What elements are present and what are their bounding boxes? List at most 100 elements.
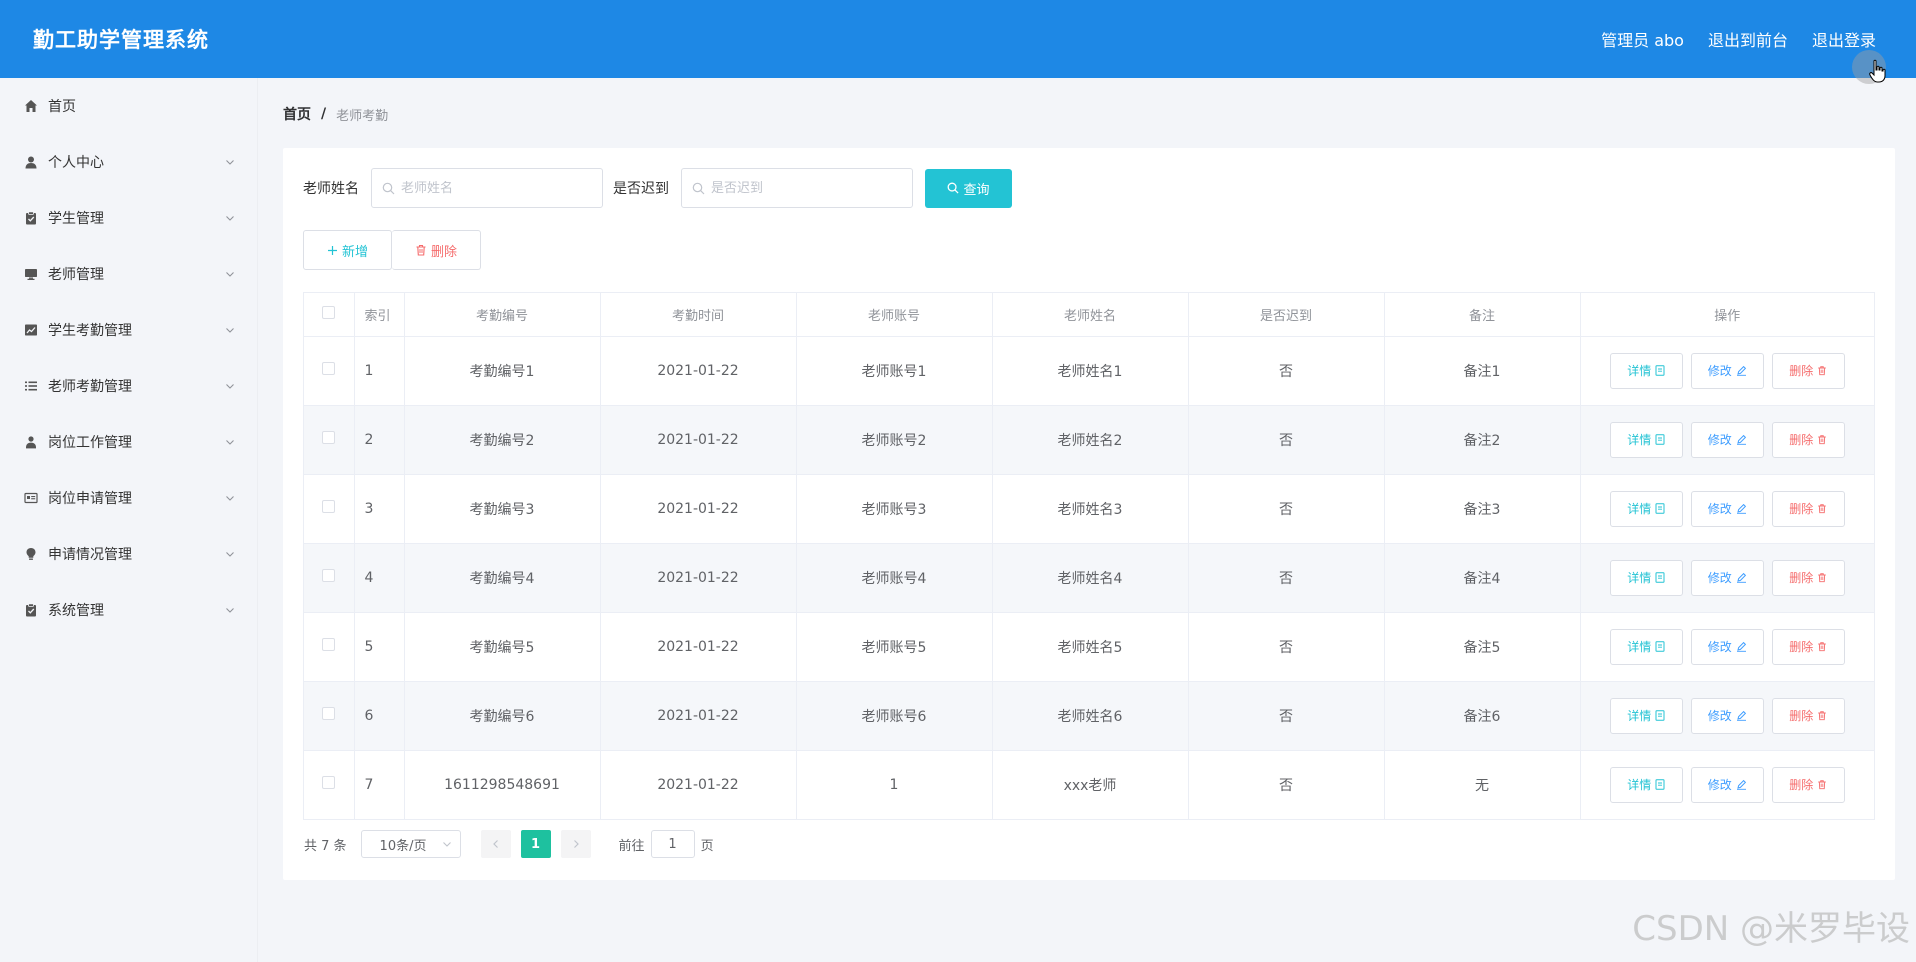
row-checkbox[interactable] xyxy=(322,500,336,513)
watermark: CSDN @米罗毕设 xyxy=(1632,909,1910,949)
cell-teacher-name: 老师姓名4 xyxy=(992,543,1189,613)
breadcrumb: 首页 / 老师考勤 xyxy=(283,104,388,124)
row-checkbox[interactable] xyxy=(322,776,336,790)
cell-operations: 详情 修改 删除 xyxy=(1580,405,1874,475)
detail-button[interactable]: 详情 xyxy=(1609,628,1683,665)
chevron-down-icon xyxy=(226,608,234,613)
sidebar-item-system-management[interactable]: 系统管理 xyxy=(0,582,257,638)
column-header-operations: 操作 xyxy=(1580,293,1874,337)
trash-icon xyxy=(1818,435,1826,445)
teacher-name-input[interactable] xyxy=(401,180,591,196)
delete-button[interactable]: 删除 xyxy=(1771,766,1845,803)
cell-is-late: 否 xyxy=(1188,612,1385,682)
edit-button-label: 修改 xyxy=(1707,364,1732,378)
row-checkbox[interactable] xyxy=(322,569,336,582)
sidebar-item-personal-center[interactable]: 个人中心 xyxy=(0,134,257,190)
detail-button-label: 详情 xyxy=(1627,502,1652,516)
select-all-checkbox[interactable] xyxy=(322,305,336,319)
cell-attendance-time: 2021-01-22 xyxy=(600,336,797,406)
sidebar-item-job-application[interactable]: 岗位申请管理 xyxy=(0,470,257,526)
app-title: 勤工助学管理系统 xyxy=(33,28,209,52)
edit-icon xyxy=(1736,780,1746,790)
detail-button[interactable]: 详情 xyxy=(1609,352,1683,389)
page-number-current[interactable]: 1 xyxy=(520,830,551,858)
sidebar-item-application-status[interactable]: 申请情况管理 xyxy=(0,526,257,582)
next-page-button[interactable] xyxy=(560,830,591,858)
sidebar-item-label: 学生管理 xyxy=(48,211,104,227)
detail-button[interactable]: 详情 xyxy=(1609,697,1683,734)
chevron-down-icon xyxy=(226,496,234,501)
sidebar-item-job-work[interactable]: 岗位工作管理 xyxy=(0,414,257,470)
cell-index: 5 xyxy=(354,612,405,682)
delete-button[interactable]: 删除 xyxy=(1771,490,1845,527)
delete-button[interactable]: 删除 xyxy=(1771,628,1845,665)
cell-teacher-name: 老师姓名5 xyxy=(992,612,1189,682)
detail-button-label: 详情 xyxy=(1627,640,1652,654)
pagination: 共 7 条 10条/页 1 前往 页 xyxy=(304,830,714,858)
detail-button[interactable]: 详情 xyxy=(1609,766,1683,803)
delete-button[interactable]: 删除 xyxy=(1771,352,1845,389)
edit-button[interactable]: 修改 xyxy=(1690,628,1764,665)
edit-button-label: 修改 xyxy=(1707,571,1732,585)
chevron-down-icon xyxy=(226,328,234,333)
table-row: 3 考勤编号3 2021-01-22 老师账号3 老师姓名3 否备注3 详情 修改 删除 xyxy=(304,474,1874,544)
chevron-down-icon xyxy=(226,552,234,557)
delete-button[interactable]: 删除 xyxy=(1771,697,1845,734)
table-row: 2 考勤编号2 2021-01-22 老师账号2 老师姓名2 否备注2 详情 修改 删除 xyxy=(304,405,1874,475)
detail-button[interactable]: 详情 xyxy=(1609,490,1683,527)
sidebar-item-teacher-attendance[interactable]: 老师考勤管理 xyxy=(0,358,257,414)
exit-to-front-link[interactable]: 退出到前台 xyxy=(1708,27,1788,51)
table-header-row: 索引 考勤编号 考勤时间 老师账号 老师姓名 是否迟到 备注 操作 xyxy=(304,293,1874,337)
detail-button-label: 详情 xyxy=(1627,364,1652,378)
edit-button[interactable]: 修改 xyxy=(1690,559,1764,596)
sidebar-item-student-attendance[interactable]: 学生考勤管理 xyxy=(0,302,257,358)
edit-button[interactable]: 修改 xyxy=(1690,490,1764,527)
admin-name-link[interactable]: 管理员 abo xyxy=(1601,27,1684,51)
clipboard-icon xyxy=(23,210,39,226)
cell-attendance-id: 1611298548691 xyxy=(404,750,601,819)
detail-button[interactable]: 详情 xyxy=(1609,421,1683,458)
cell-operations: 详情 修改 删除 xyxy=(1580,474,1874,544)
sidebar-item-student-management[interactable]: 学生管理 xyxy=(0,190,257,246)
row-checkbox[interactable] xyxy=(322,707,336,720)
detail-button[interactable]: 详情 xyxy=(1609,559,1683,596)
clipboard-icon xyxy=(23,602,39,618)
sidebar-item-teacher-management[interactable]: 老师管理 xyxy=(0,246,257,302)
cell-teacher-account: 老师账号4 xyxy=(796,543,993,613)
page-size-select[interactable]: 10条/页 xyxy=(360,830,461,858)
add-button[interactable]: 新增 xyxy=(303,230,392,270)
cell-attendance-id: 考勤编号1 xyxy=(404,336,601,406)
row-checkbox[interactable] xyxy=(322,362,336,375)
batch-delete-button[interactable]: 删除 xyxy=(392,230,481,270)
search-icon xyxy=(692,182,705,194)
query-button[interactable]: 查询 xyxy=(925,168,1012,208)
logout-link[interactable]: 退出登录 xyxy=(1812,27,1876,51)
sidebar-item-home[interactable]: 首页 xyxy=(0,78,257,134)
edit-button[interactable]: 修改 xyxy=(1690,352,1764,389)
document-icon xyxy=(1655,779,1665,790)
is-late-input[interactable] xyxy=(711,180,901,196)
row-checkbox[interactable] xyxy=(322,638,336,651)
breadcrumb-home-link[interactable]: 首页 xyxy=(283,104,311,124)
cell-remark: 备注5 xyxy=(1384,612,1581,682)
prev-page-button[interactable] xyxy=(480,830,511,858)
detail-button-label: 详情 xyxy=(1627,433,1652,447)
row-checkbox[interactable] xyxy=(322,431,336,444)
cell-is-late: 否 xyxy=(1188,474,1385,544)
edit-button[interactable]: 修改 xyxy=(1690,421,1764,458)
row-select-cell xyxy=(304,405,355,475)
goto-label: 前往 xyxy=(618,838,645,854)
document-icon xyxy=(1655,572,1665,583)
goto-page-input[interactable] xyxy=(650,830,695,858)
delete-button[interactable]: 删除 xyxy=(1771,559,1845,596)
edit-icon xyxy=(1736,365,1746,376)
edit-button[interactable]: 修改 xyxy=(1690,766,1764,803)
action-toolbar: 新增 删除 xyxy=(303,230,481,270)
delete-button[interactable]: 删除 xyxy=(1771,421,1845,458)
chevron-left-icon xyxy=(492,840,498,848)
edit-button-label: 修改 xyxy=(1707,640,1732,654)
home-icon xyxy=(23,98,39,114)
row-select-cell xyxy=(304,336,355,406)
edit-button[interactable]: 修改 xyxy=(1690,697,1764,734)
cell-operations: 详情 修改 删除 xyxy=(1580,336,1874,406)
